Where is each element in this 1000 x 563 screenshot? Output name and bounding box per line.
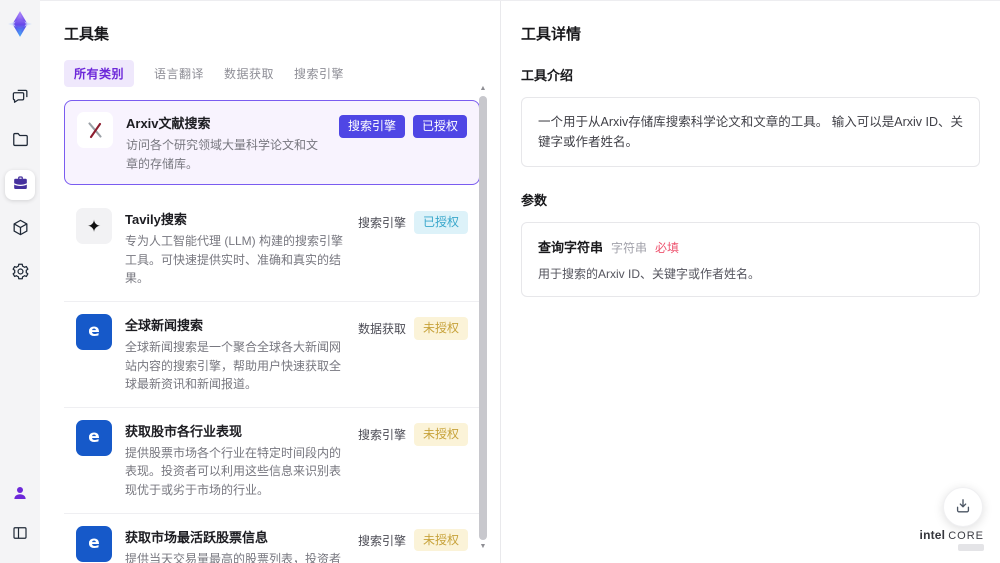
tool-description: 提供股票市场各个行业在特定时间段内的表现。投资者可以利用这些信息来识别表现优于或… (125, 445, 342, 497)
blue-news-icon: e (76, 313, 112, 350)
gear-icon (11, 262, 30, 284)
tab-data-fetch[interactable]: 数据获取 (224, 60, 274, 87)
blue-news-icon: e (76, 419, 112, 456)
tool-card-arxiv[interactable]: Arxiv文献搜索 访问各个研究领域大量科学论文和文章的存储库。 搜索引擎 已授… (64, 100, 480, 186)
param-card: 查询字符串 字符串 必填 用于搜索的Arxiv ID、关键字或作者姓名。 (521, 222, 980, 297)
category-badge: 数据获取 (357, 321, 406, 336)
tool-description: 访问各个研究领域大量科学论文和文章的存储库。 (126, 138, 319, 171)
chat-icon (11, 86, 30, 108)
sidebar-item-plugins[interactable] (5, 214, 35, 244)
auth-status-badge: 已授权 (412, 115, 467, 138)
scroll-up-icon[interactable]: ▲ (480, 85, 487, 93)
tool-name: 全球新闻搜索 (125, 317, 204, 333)
tool-name: Tavily搜索 (125, 212, 187, 228)
app-logo-icon (5, 8, 35, 40)
tool-list-pane: 工具集 所有类别 语言翻译 数据获取 搜索引擎 Arxiv文献搜索 访问各个研究… (40, 1, 500, 563)
category-badge: 搜索引擎 (357, 427, 406, 442)
app-window: 工具集 所有类别 语言翻译 数据获取 搜索引擎 Arxiv文献搜索 访问各个研究… (0, 0, 1000, 563)
category-tabs: 所有类别 语言翻译 数据获取 搜索引擎 (64, 60, 500, 87)
detail-title: 工具详情 (521, 26, 582, 43)
tool-name: 获取市场最活跃股票信息 (125, 529, 269, 545)
auth-status-badge: 未授权 (413, 422, 468, 446)
auth-status-badge: 已授权 (413, 211, 468, 234)
tool-card-global-news[interactable]: e 全球新闻搜索 全球新闻搜索是一个聚合全球各大新闻网站内容的搜索引擎，帮助用户… (64, 301, 480, 408)
main-content: 工具集 所有类别 语言翻译 数据获取 搜索引擎 Arxiv文献搜索 访问各个研究… (40, 0, 1000, 563)
tab-all-categories[interactable]: 所有类别 (64, 60, 135, 87)
sidebar (0, 0, 40, 563)
intel-core-logo: intel core (920, 528, 984, 551)
tool-description: 全球新闻搜索是一个聚合全球各大新闻网站内容的搜索引擎，帮助用户快速获取全球最新资… (125, 339, 342, 392)
brand-intel: intel (919, 528, 946, 542)
params-heading: 参数 (521, 193, 548, 208)
list-scrollbar[interactable]: ▲ ▼ (478, 85, 488, 551)
sidebar-item-tools[interactable] (5, 170, 35, 200)
intro-text: 一个用于从Arxiv存储库搜索科学论文和文章的工具。 输入可以是Arxiv ID… (538, 115, 964, 149)
tool-description: 提供当天交易量最高的股票列表，投资者可以利用这些信息来识别流动性强的股票和潜在的… (125, 551, 342, 563)
category-badge: 搜索引擎 (357, 533, 406, 548)
sidebar-item-settings[interactable] (5, 258, 35, 288)
intro-heading: 工具介绍 (521, 68, 574, 83)
cube-icon (11, 218, 30, 240)
sidebar-collapse-toggle[interactable] (5, 519, 35, 549)
brand-core: core (948, 530, 984, 542)
tab-language-translation[interactable]: 语言翻译 (154, 60, 204, 87)
download-icon (953, 496, 973, 519)
sidebar-item-files[interactable] (5, 126, 35, 156)
scroll-down-icon[interactable]: ▼ (480, 543, 487, 551)
param-description: 用于搜索的Arxiv ID、关键字或作者姓名。 (538, 267, 761, 281)
tab-search-engine[interactable]: 搜索引擎 (294, 60, 344, 87)
tool-name: Arxiv文献搜索 (126, 116, 211, 131)
scrollbar-thumb[interactable] (479, 96, 487, 540)
arxiv-x-icon (77, 112, 113, 148)
intro-card: 一个用于从Arxiv存储库搜索科学论文和文章的工具。 输入可以是Arxiv ID… (521, 97, 980, 167)
tool-card-active-stocks[interactable]: e 获取市场最活跃股票信息 提供当天交易量最高的股票列表，投资者可以利用这些信息… (64, 513, 480, 563)
category-badge: 搜索引擎 (338, 115, 405, 138)
sidebar-item-chat[interactable] (5, 82, 35, 112)
download-button[interactable] (943, 487, 983, 527)
sidebar-bottom (5, 479, 35, 549)
sidebar-item-account[interactable] (5, 479, 35, 509)
folder-icon (11, 130, 30, 152)
panel-toggle-icon (11, 524, 29, 545)
tool-name: 获取股市各行业表现 (125, 423, 243, 439)
brand-sub-mark (958, 544, 984, 551)
param-name: 查询字符串 (538, 240, 604, 255)
tool-detail-pane: 工具详情 工具介绍 一个用于从Arxiv存储库搜索科学论文和文章的工具。 输入可… (500, 1, 1000, 563)
auth-status-badge: 未授权 (413, 316, 468, 340)
auth-status-badge: 未授权 (413, 528, 468, 552)
tool-list: Arxiv文献搜索 访问各个研究领域大量科学论文和文章的存储库。 搜索引擎 已授… (64, 100, 480, 563)
param-required-badge: 必填 (655, 241, 680, 255)
briefcase-icon (11, 174, 30, 196)
sidebar-nav (5, 82, 35, 288)
tool-card-tavily[interactable]: ✦ Tavily搜索 专为人工智能代理 (LLM) 构建的搜索引擎工具。可快速提… (64, 196, 480, 302)
blue-news-icon: e (76, 525, 112, 562)
tool-description: 专为人工智能代理 (LLM) 构建的搜索引擎工具。可快速提供实时、准确和真实的结… (125, 234, 344, 286)
page-title: 工具集 (64, 26, 110, 43)
tool-card-sector-performance[interactable]: e 获取股市各行业表现 提供股票市场各个行业在特定时间段内的表现。投资者可以利用… (64, 407, 480, 514)
avatar-icon (11, 484, 29, 505)
four-point-star-icon: ✦ (76, 208, 112, 245)
category-badge: 搜索引擎 (357, 216, 406, 231)
param-type: 字符串 (611, 241, 648, 255)
